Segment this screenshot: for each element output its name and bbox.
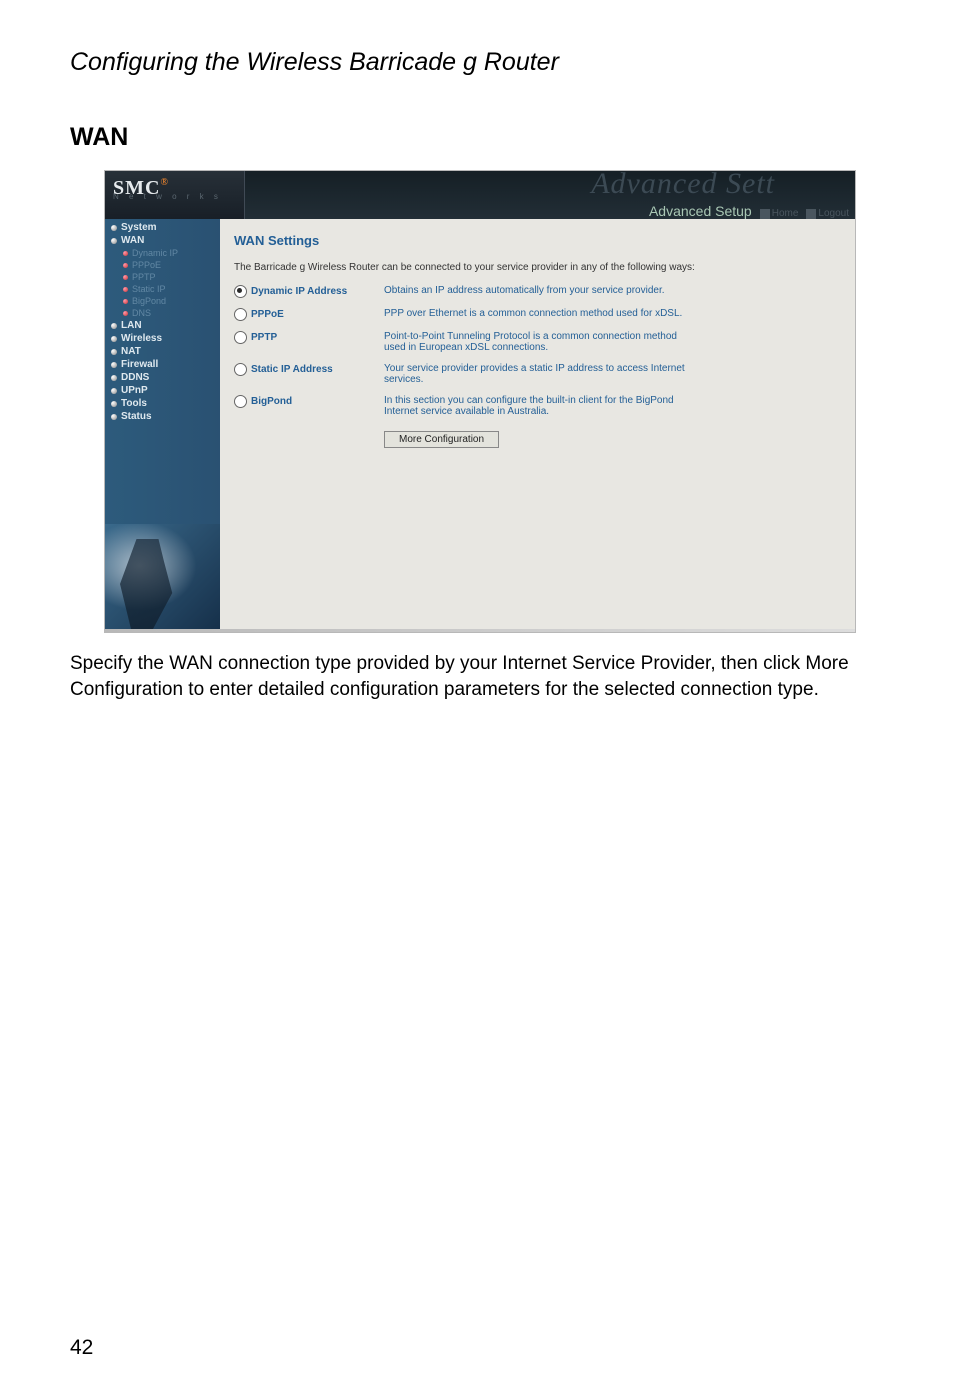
option-row-dynamic-ip: Dynamic IP Address Obtains an IP address… [234, 285, 841, 298]
logout-link[interactable]: Logout [806, 208, 849, 219]
bullet-icon [123, 311, 128, 316]
radio-dynamic-ip[interactable] [234, 285, 247, 298]
sidebar-item-dynamic-ip[interactable]: Dynamic IP [105, 247, 220, 259]
bullet-icon [111, 375, 117, 381]
sidebar-item-label: Wireless [121, 333, 162, 344]
sidebar-item-label: Firewall [121, 359, 158, 370]
brand-logo: SMC® N e t w o r k s [105, 171, 245, 219]
bullet-icon [123, 299, 128, 304]
option-label: PPPoE [251, 309, 284, 320]
bullet-icon [111, 323, 117, 329]
sidebar-item-label: WAN [121, 235, 144, 246]
sidebar-item-label: Status [121, 411, 152, 422]
page-description: Specify the WAN connection type provided… [70, 651, 884, 702]
option-label: Static IP Address [251, 364, 333, 375]
screenshot-header: SMC® N e t w o r k s Advanced Sett Advan… [105, 171, 855, 219]
sidebar-item-label: DDNS [121, 372, 149, 383]
bullet-icon [123, 263, 128, 268]
logo-main: SMC [113, 177, 160, 199]
more-configuration-button[interactable]: More Configuration [384, 431, 499, 448]
sidebar-item-label: UPnP [121, 385, 148, 396]
sidebar-item-firewall[interactable]: Firewall [105, 358, 220, 371]
sidebar-item-label: NAT [121, 346, 141, 357]
sidebar-item-wan[interactable]: WAN [105, 234, 220, 247]
option-desc: Point-to-Point Tunneling Protocol is a c… [384, 331, 694, 353]
bullet-icon [111, 225, 117, 231]
sidebar-decorative-image [105, 524, 220, 629]
bullet-icon [111, 362, 117, 368]
sidebar-item-label: PPTP [132, 272, 156, 282]
home-link[interactable]: Home [760, 208, 799, 219]
sidebar-item-bigpond[interactable]: BigPond [105, 295, 220, 307]
sidebar-item-label: Static IP [132, 284, 166, 294]
bullet-icon [111, 349, 117, 355]
logo-sup: ® [160, 177, 168, 188]
sidebar-item-label: Dynamic IP [132, 248, 178, 258]
bullet-icon [111, 414, 117, 420]
option-label: Dynamic IP Address [251, 286, 347, 297]
option-label: PPTP [251, 332, 277, 343]
bullet-icon [111, 388, 117, 394]
sidebar-item-label: LAN [121, 320, 142, 331]
bullet-icon [123, 275, 128, 280]
home-icon [760, 209, 770, 219]
option-label: BigPond [251, 396, 292, 407]
chapter-title: Configuring the Wireless Barricade g Rou… [70, 48, 884, 77]
bullet-icon [111, 401, 117, 407]
option-row-pppoe: PPPoE PPP over Ethernet is a common conn… [234, 308, 841, 321]
radio-pptp[interactable] [234, 331, 247, 344]
sidebar-item-label: PPPoE [132, 260, 161, 270]
screenshot-footer-divider [105, 629, 855, 632]
bullet-icon [123, 251, 128, 256]
bullet-icon [111, 336, 117, 342]
option-desc: Obtains an IP address automatically from… [384, 285, 694, 296]
sidebar-item-label: Tools [121, 398, 147, 409]
option-row-bigpond: BigPond In this section you can configur… [234, 395, 841, 417]
router-admin-screenshot: SMC® N e t w o r k s Advanced Sett Advan… [104, 170, 856, 633]
option-row-static-ip: Static IP Address Your service provider … [234, 363, 841, 385]
option-desc: PPP over Ethernet is a common connection… [384, 308, 694, 319]
sidebar-item-nat[interactable]: NAT [105, 345, 220, 358]
sidebar-item-lan[interactable]: LAN [105, 319, 220, 332]
radio-bigpond[interactable] [234, 395, 247, 408]
sidebar-item-pptp[interactable]: PPTP [105, 271, 220, 283]
radio-static-ip[interactable] [234, 363, 247, 376]
page-number: 42 [70, 1336, 93, 1360]
sidebar-item-static-ip[interactable]: Static IP [105, 283, 220, 295]
option-row-pptp: PPTP Point-to-Point Tunneling Protocol i… [234, 331, 841, 353]
sidebar-item-label: DNS [132, 308, 151, 318]
radio-pppoe[interactable] [234, 308, 247, 321]
section-title: WAN [70, 123, 884, 152]
sidebar-item-label: System [121, 222, 157, 233]
home-link-label: Home [772, 208, 799, 219]
sidebar-item-ddns[interactable]: DDNS [105, 371, 220, 384]
content-panel: WAN Settings The Barricade g Wireless Ro… [220, 219, 855, 629]
logout-icon [806, 209, 816, 219]
content-title: WAN Settings [234, 233, 841, 248]
sidebar-item-status[interactable]: Status [105, 410, 220, 423]
sidebar-item-label: BigPond [132, 296, 166, 306]
advanced-setup-label: Advanced Setup [649, 203, 752, 219]
option-desc: In this section you can configure the bu… [384, 395, 694, 417]
sidebar-item-system[interactable]: System [105, 221, 220, 234]
bullet-icon [123, 287, 128, 292]
sidebar-item-dns[interactable]: DNS [105, 307, 220, 319]
sidebar-item-pppoe[interactable]: PPPoE [105, 259, 220, 271]
sidebar-nav: System WAN Dynamic IP PPPoE PPTP Static … [105, 219, 220, 629]
sidebar-item-tools[interactable]: Tools [105, 397, 220, 410]
content-intro: The Barricade g Wireless Router can be c… [234, 262, 841, 273]
sidebar-item-wireless[interactable]: Wireless [105, 332, 220, 345]
logout-link-label: Logout [818, 208, 849, 219]
bullet-icon [111, 238, 117, 244]
sidebar-item-upnp[interactable]: UPnP [105, 384, 220, 397]
option-desc: Your service provider provides a static … [384, 363, 694, 385]
